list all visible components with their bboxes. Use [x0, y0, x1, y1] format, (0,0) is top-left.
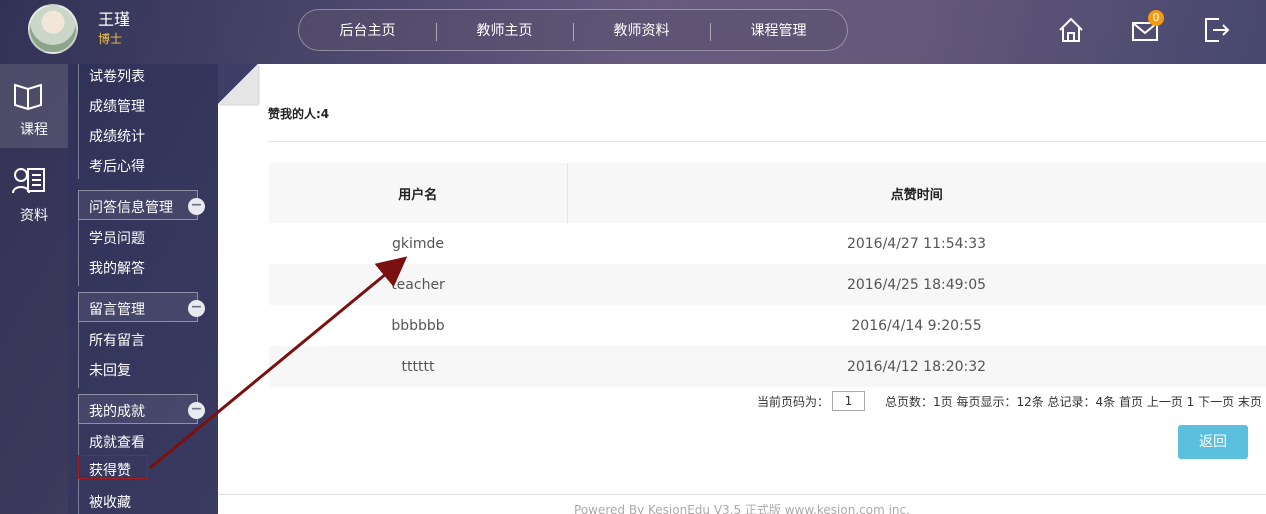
menu-tree-line	[78, 64, 79, 179]
table-row: gkimde 2016/4/27 11:54:33	[269, 223, 1266, 264]
sidebar-profile-label: 资料	[20, 208, 48, 224]
cell-username: gkimde	[391, 235, 445, 252]
menu-tree-line	[78, 220, 79, 286]
nav-teacher-home[interactable]: 教师主页	[436, 20, 573, 41]
page-fold-corner	[218, 64, 258, 104]
column-header-username: 用户名	[269, 163, 568, 223]
cell-like-time: 2016/4/14 9:20:55	[851, 317, 982, 334]
user-title: 博士	[98, 32, 123, 46]
menu-item-student-questions[interactable]: 学员问题	[89, 228, 145, 248]
collapse-icon[interactable]: −	[188, 402, 205, 419]
likes-count-label: 赞我的人:4	[268, 107, 330, 121]
top-header: 王瑾 博士 后台主页 教师主页 教师资料 课程管理 0	[0, 0, 1266, 64]
cell-like-time: 2016/4/27 11:54:33	[846, 235, 987, 252]
table-row: teacher 2016/4/25 18:49:05	[269, 264, 1266, 305]
menu-item-unreplied[interactable]: 未回复	[89, 360, 131, 380]
menu-item-exam-notes[interactable]: 考后心得	[89, 156, 145, 176]
cell-like-time: 2016/4/25 18:49:05	[567, 264, 1266, 305]
divider	[268, 141, 1266, 142]
home-icon[interactable]	[1057, 16, 1085, 44]
menu-item-my-answers[interactable]: 我的解答	[89, 258, 145, 278]
cell-username: tttttt	[269, 346, 567, 387]
cell-username: bbbbbb	[391, 317, 445, 334]
nav-teacher-profile[interactable]: 教师资料	[573, 20, 710, 41]
sidebar-course[interactable]: 课程	[0, 64, 68, 148]
main-nav: 后台主页 教师主页 教师资料 课程管理	[298, 9, 848, 51]
nav-course-manage[interactable]: 课程管理	[710, 20, 847, 41]
collapse-icon[interactable]: −	[188, 300, 205, 317]
current-page-label: 当前页码为：	[757, 395, 830, 409]
menu-item-all-messages[interactable]: 所有留言	[89, 330, 145, 350]
cell-like-time: 2016/4/12 18:20:32	[567, 346, 1266, 387]
footer-divider	[218, 494, 1266, 495]
table-header-row: 用户名 点赞时间	[269, 163, 1266, 223]
footer-text: Powered By KesionEdu V3.5 正式版 www.kesion…	[574, 503, 910, 514]
mail-count-badge: 0	[1148, 10, 1164, 26]
profile-icon	[12, 168, 45, 194]
page-number-input[interactable]	[832, 391, 865, 411]
cell-username: teacher	[269, 264, 567, 305]
back-button[interactable]: 返回	[1178, 425, 1248, 459]
pagination: 当前页码为： 总页数：1页 每页显示：12条 总记录：4条 首页 上一页 1 下…	[757, 391, 1266, 411]
menu-group-achievements-title: 我的成就	[89, 404, 145, 420]
nav-admin-home[interactable]: 后台主页	[299, 20, 436, 40]
menu-item-view-achievements[interactable]: 成就查看	[89, 432, 145, 452]
menu-item-favorited[interactable]: 被收藏	[89, 492, 131, 512]
column-header-like-time: 点赞时间	[567, 163, 1266, 223]
menu-group-qa-title: 问答信息管理	[89, 200, 173, 216]
avatar[interactable]	[28, 4, 78, 54]
highlight-box	[78, 455, 148, 479]
table-row: tttttt 2016/4/12 18:20:32	[269, 346, 1266, 387]
menu-item-score-stats[interactable]: 成绩统计	[89, 126, 145, 146]
menu-tree-line	[78, 322, 79, 388]
sidebar-course-label: 课程	[20, 122, 48, 138]
likes-table: 用户名 点赞时间 gkimde 2016/4/27 11:54:33 teach…	[269, 163, 1266, 387]
menu-group-achievements[interactable]: 我的成就 −	[78, 394, 205, 424]
menu-item-paper-list[interactable]: 试卷列表	[89, 66, 145, 86]
sidebar-profile[interactable]: 资料	[0, 150, 68, 234]
user-name: 王瑾	[98, 10, 131, 29]
table-row: bbbbbb 2016/4/14 9:20:55	[269, 305, 1266, 346]
menu-group-qa[interactable]: 问答信息管理 −	[78, 190, 205, 220]
icon-sidebar: 课程 资料	[0, 64, 68, 514]
menu-group-messages[interactable]: 留言管理 −	[78, 292, 205, 322]
logout-icon[interactable]	[1203, 16, 1231, 44]
pagination-info[interactable]: 总页数：1页 每页显示：12条 总记录：4条 首页 上一页 1 下一页 末页	[885, 393, 1262, 410]
collapse-icon[interactable]: −	[188, 198, 205, 215]
book-icon	[14, 83, 42, 110]
menu-group-messages-title: 留言管理	[89, 302, 145, 318]
menu-item-score-manage[interactable]: 成绩管理	[89, 96, 145, 116]
